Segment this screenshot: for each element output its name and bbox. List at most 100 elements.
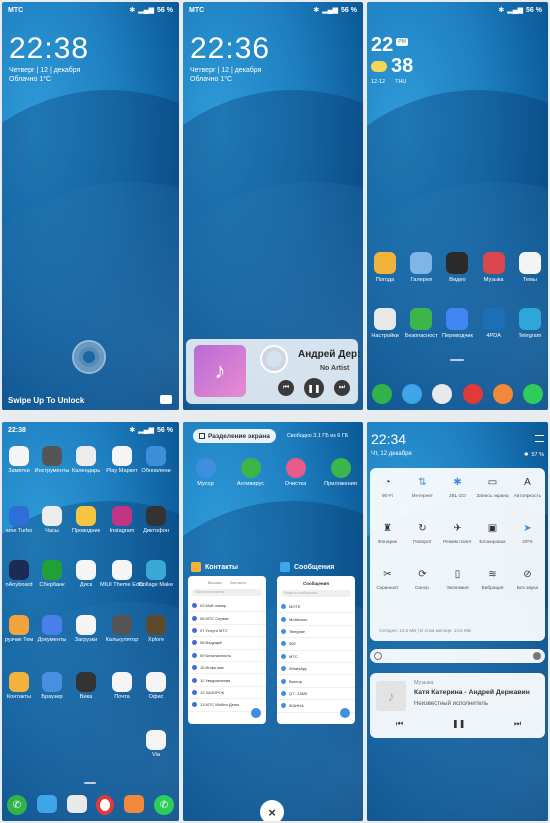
translate-icon [446, 308, 469, 330]
split-screen-button[interactable]: Разделение экрана [193, 429, 276, 443]
music-notification[interactable]: ♪ Музыка Катя Катерина - Андрей Державин… [370, 673, 545, 738]
toggle-mute[interactable]: ⊘ Без звука [510, 568, 545, 591]
toggle-label: Запись экрана [476, 494, 509, 499]
contacts-app-card[interactable]: Вызовы Контакты Поиск в контактах 03 Мой… [188, 576, 266, 724]
date-label: 12-12 [371, 79, 386, 85]
next-button[interactable]: ⏭ [334, 380, 350, 396]
music-widget: ♪ Андрей Дер: No Artist ⏮ ❚❚ ⏭ [186, 339, 360, 404]
weather-icon [374, 252, 397, 274]
prev-button[interactable]: ⏮ [278, 380, 294, 396]
fingerprint-icon[interactable] [72, 340, 106, 374]
avatar [281, 641, 286, 647]
app-tile[interactable]: Collage Make [133, 560, 179, 588]
app-label: Обновлени [141, 468, 171, 474]
toggle-battery-saver[interactable]: ▯ Экономия [440, 568, 475, 591]
list-item: Виктор [277, 675, 355, 688]
toggle-sync[interactable]: ⟳ Синхр. [405, 568, 440, 591]
whatsapp-icon[interactable]: ✆ [154, 795, 175, 815]
whatsapp-icon[interactable] [522, 384, 543, 404]
toggle-label: Интернет [412, 494, 433, 499]
tool-antivirus[interactable]: Антивирус [231, 458, 271, 487]
new-message-button [340, 708, 350, 718]
app-tile[interactable]: Диктофон [133, 506, 179, 534]
pause-button[interactable]: ❚❚ [304, 378, 324, 398]
app-tile[interactable]: Xplore [133, 615, 179, 643]
battery-label: 56 % [341, 6, 357, 14]
app-themes[interactable]: Темы [513, 252, 547, 283]
tool-cleaner[interactable]: Очистка [276, 458, 316, 487]
clock-widget[interactable]: 22 PM 38 12-12 THU [371, 34, 413, 85]
messages-app-card[interactable]: Сообщения Поиск в сообщениях МОТЕ Мобилис… [277, 576, 355, 724]
weather-label: Облачно 1°C [190, 76, 233, 83]
messages-icon[interactable] [402, 384, 423, 404]
next-button[interactable]: ⏭ [514, 719, 521, 729]
camera-icon[interactable] [66, 795, 87, 813]
shade-clock: 22:34 [371, 431, 407, 447]
toggle-vibrate[interactable]: ≋ Вибрация [475, 568, 510, 591]
list-item: Q.Г. 23М0 [277, 688, 355, 701]
phone-icon[interactable] [372, 384, 393, 404]
battery-label: 56 % [157, 6, 173, 14]
mi-icon[interactable] [492, 384, 513, 404]
app-icon [42, 615, 62, 635]
camera-shortcut-icon[interactable] [160, 395, 172, 404]
app-video[interactable]: Видео [440, 252, 474, 283]
app-gallery[interactable]: Галерея [404, 252, 438, 283]
list-item: 07 Услуги МТС [188, 625, 266, 638]
app-security[interactable]: Безопасност [404, 308, 438, 339]
opera-icon[interactable] [462, 384, 483, 404]
toggle-record[interactable]: ▭ Запись экрана [475, 476, 510, 499]
toggle-lock[interactable]: ▣ Блокировка [475, 522, 510, 545]
toggle-wifi[interactable]: ◔ Wi-Fi [370, 476, 405, 499]
mi-icon[interactable] [124, 795, 145, 813]
toggle-airplane[interactable]: ✈ Режим полет [440, 522, 475, 545]
app-label: Галерея [410, 277, 432, 283]
camera-icon[interactable] [432, 384, 453, 404]
toggle-flashlight[interactable]: ♜ Фонарик [370, 522, 405, 545]
quick-toggles-card: ◔ Wi-Fi ⇅ Интернет ✱ JBL GO ▭ Запись экрана A Авт… [370, 468, 545, 641]
app-icon [42, 560, 62, 580]
menu-icon[interactable] [535, 435, 544, 442]
app-4pda[interactable]: 4PDA [477, 308, 511, 339]
status-bar: МТС ✱ ▂▄▆ 56 % [2, 2, 179, 18]
music-note-icon: ♪ [214, 358, 226, 383]
app-icon [76, 615, 96, 635]
toggle-bluetooth[interactable]: ✱ JBL GO [440, 476, 475, 499]
app-icon [9, 446, 29, 466]
tool-apps[interactable]: Приложения [321, 458, 361, 487]
app-label: 4PDA [486, 333, 501, 339]
app-tile[interactable]: Офис [133, 672, 179, 700]
time-label: 22:38 [8, 426, 26, 434]
toggle-screenshot[interactable]: ✂ Скриншот [370, 568, 405, 591]
avatar [281, 604, 286, 610]
app-settings[interactable]: Настройки [368, 308, 402, 339]
app-tile[interactable]: Via [133, 730, 179, 758]
lockscreen-panel: МТС ✱ ▂▄▆ 56 % 22:38 Четверг | 12 | декабр… [2, 2, 179, 410]
phone-icon[interactable]: ✆ [6, 795, 27, 815]
shade-date: Чт, 12 декабря [371, 451, 412, 457]
app-label: Collage Make [138, 582, 174, 588]
security-icon [410, 308, 433, 330]
toggle-data[interactable]: ⇅ Интернет [405, 476, 440, 499]
tool-trash[interactable]: Мусор [186, 458, 226, 487]
list-item-label: 13 МТС Мобил Деньг [200, 702, 240, 708]
app-tile[interactable]: Обновлени [133, 446, 179, 474]
toggle-rotate[interactable]: ↻ Поворот [405, 522, 440, 545]
wifi-icon: ◔ [384, 477, 391, 488]
app-telegram[interactable]: Telegram [513, 308, 547, 339]
fingerprint-icon[interactable] [260, 345, 288, 373]
prev-button[interactable]: ⏮ [396, 719, 403, 729]
clock: 22:36 [190, 32, 271, 65]
brightness-slider[interactable] [370, 649, 545, 663]
date-label: Четверг | 12 | декабря [9, 67, 81, 74]
messages-icon[interactable] [36, 795, 57, 813]
toggle-gps[interactable]: ➤ GPS [510, 522, 545, 545]
app-music[interactable]: Музыка [477, 252, 511, 283]
app-translate[interactable]: Переводчик [440, 308, 474, 339]
pause-button[interactable]: ❚❚ [452, 719, 465, 728]
opera-icon[interactable] [96, 795, 115, 815]
close-all-button[interactable]: × [260, 800, 284, 821]
app-weather[interactable]: Погода [368, 252, 402, 283]
app-icon [42, 506, 62, 526]
toggle-brightness-auto[interactable]: A Автояркость [510, 476, 545, 499]
